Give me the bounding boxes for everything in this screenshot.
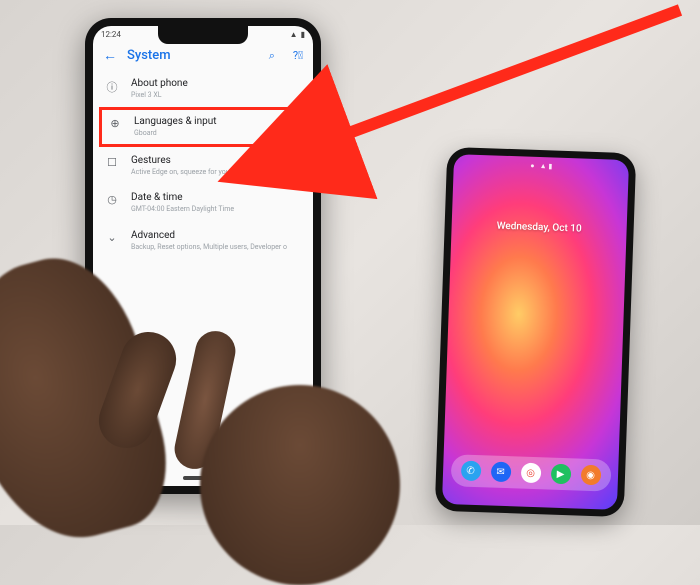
advanced-item[interactable]: ⌄ Advanced Backup, Reset options, Multip… bbox=[93, 222, 313, 259]
lockscreen: ● ▲ ▮ Wednesday, Oct 10 ✆ ✉ ◎ ▶ ◉ bbox=[442, 154, 629, 510]
search-icon[interactable]: ⌕ bbox=[269, 49, 275, 63]
battery-icon: ▮ bbox=[301, 30, 305, 39]
lock-status-bar: ● ▲ ▮ bbox=[454, 154, 629, 173]
clock-icon: ◷ bbox=[105, 193, 119, 206]
info-icon: ⓘ bbox=[105, 79, 119, 95]
gesture-icon: ☐ bbox=[105, 156, 119, 169]
globe-icon: ⊕ bbox=[108, 117, 122, 130]
item-sub: Pixel 3 XL bbox=[131, 91, 301, 99]
page-title: System bbox=[127, 48, 251, 63]
chrome-app-icon[interactable]: ◎ bbox=[520, 463, 541, 484]
phone-lockscreen: ● ▲ ▮ Wednesday, Oct 10 ✆ ✉ ◎ ▶ ◉ bbox=[435, 147, 637, 517]
hand-touching-screen bbox=[200, 385, 400, 585]
signal-icon: ▲ bbox=[290, 30, 298, 39]
item-title: Advanced bbox=[131, 230, 301, 242]
item-title: Date & time bbox=[131, 192, 301, 204]
chevron-down-icon: ⌄ bbox=[105, 231, 119, 244]
display-notch bbox=[158, 26, 248, 44]
app-dock: ✆ ✉ ◎ ▶ ◉ bbox=[450, 454, 611, 492]
item-title: Gestures bbox=[131, 155, 301, 167]
item-sub: Active Edge on, squeeze for your Assista… bbox=[131, 168, 301, 176]
app-bar: ← System ⌕ ?⃝ bbox=[93, 41, 313, 68]
camera-app-icon[interactable]: ◉ bbox=[580, 465, 601, 486]
item-sub: Backup, Reset options, Multiple users, D… bbox=[131, 243, 301, 251]
item-title: Languages & input bbox=[134, 116, 298, 128]
settings-list: ⓘ About phone Pixel 3 XL ⊕ Languages & i… bbox=[93, 68, 313, 261]
about-phone-item[interactable]: ⓘ About phone Pixel 3 XL bbox=[93, 70, 313, 107]
playstore-app-icon[interactable]: ▶ bbox=[550, 464, 571, 485]
messages-app-icon[interactable]: ✉ bbox=[490, 462, 511, 483]
phone-app-icon[interactable]: ✆ bbox=[460, 460, 481, 481]
item-title: About phone bbox=[131, 78, 301, 90]
help-icon[interactable]: ?⃝ bbox=[293, 49, 303, 62]
languages-input-item[interactable]: ⊕ Languages & input Gboard bbox=[99, 107, 307, 146]
date-time-item[interactable]: ◷ Date & time GMT-04:00 Eastern Daylight… bbox=[93, 184, 313, 221]
item-sub: GMT-04:00 Eastern Daylight Time bbox=[131, 205, 301, 213]
back-icon[interactable]: ← bbox=[103, 47, 117, 64]
gestures-item[interactable]: ☐ Gestures Active Edge on, squeeze for y… bbox=[93, 147, 313, 184]
lockscreen-date: Wednesday, Oct 10 bbox=[452, 219, 627, 236]
item-sub: Gboard bbox=[134, 129, 298, 137]
